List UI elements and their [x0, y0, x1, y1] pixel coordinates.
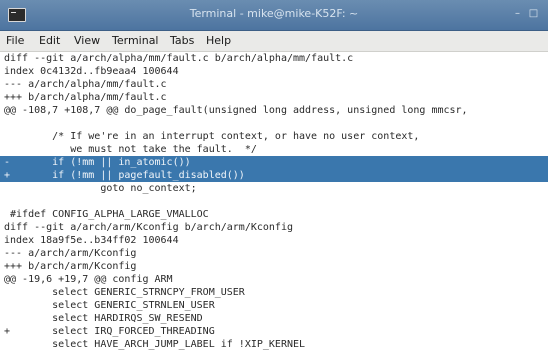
terminal-line: index 0c4132d..fb9eaa4 100644	[4, 66, 179, 77]
terminal-line: @@ -19,6 +19,7 @@ config ARM	[4, 274, 173, 285]
terminal-line: select GENERIC_STRNLEN_USER	[4, 300, 215, 311]
terminal-line: + select IRQ_FORCED_THREADING	[4, 326, 215, 337]
terminal-line: /* If we're in an interrupt context, or …	[4, 131, 420, 142]
window-title: Terminal - mike@mike-K52F: ~	[189, 7, 359, 20]
terminal-line: #ifdef CONFIG_ALPHA_LARGE_VMALLOC	[4, 209, 209, 220]
terminal-line-selected: - if (!mm || in_atomic())	[0, 156, 548, 169]
terminal-line: +++ b/arch/arm/Kconfig	[4, 261, 137, 272]
menu-bar: File Edit View Terminal Tabs Help	[0, 31, 548, 52]
menu-tabs[interactable]: Tabs	[170, 34, 194, 47]
terminal-line: index 18a9f5e..b34ff02 100644	[4, 235, 179, 246]
menu-edit[interactable]: Edit	[39, 34, 60, 47]
terminal-line: select GENERIC_STRNCPY_FROM_USER	[4, 287, 245, 298]
menu-file[interactable]: File	[6, 34, 24, 47]
terminal-line: diff --git a/arch/alpha/mm/fault.c b/arc…	[4, 53, 354, 64]
menu-terminal[interactable]: Terminal	[112, 34, 159, 47]
terminal-line: select HARDIRQS_SW_RESEND	[4, 313, 203, 324]
menu-help[interactable]: Help	[206, 34, 231, 47]
terminal-output[interactable]: diff --git a/arch/alpha/mm/fault.c b/arc…	[0, 52, 548, 363]
terminal-line: diff --git a/arch/arm/Kconfig b/arch/arm…	[4, 222, 293, 233]
maximize-icon[interactable]: □	[528, 9, 539, 19]
terminal-line: we must not take the fault. */	[4, 144, 257, 155]
terminal-line: select HAVE_ARCH_JUMP_LABEL if !XIP_KERN…	[4, 339, 306, 350]
menu-view[interactable]: View	[74, 34, 100, 47]
terminal-window: Terminal - mike@mike-K52F: ~ – □ File Ed…	[0, 0, 548, 363]
terminal-line-selected: + if (!mm || pagefault_disabled())	[0, 169, 548, 182]
terminal-line: --- a/arch/arm/Kconfig	[4, 248, 137, 259]
terminal-line: goto no_context;	[4, 183, 197, 194]
minimize-icon[interactable]: –	[512, 9, 523, 19]
terminal-line: +++ b/arch/alpha/mm/fault.c	[4, 92, 167, 103]
title-bar[interactable]: Terminal - mike@mike-K52F: ~ – □	[0, 0, 548, 31]
terminal-line: --- a/arch/alpha/mm/fault.c	[4, 79, 167, 90]
terminal-line: @@ -108,7 +108,7 @@ do_page_fault(unsign…	[4, 105, 468, 116]
